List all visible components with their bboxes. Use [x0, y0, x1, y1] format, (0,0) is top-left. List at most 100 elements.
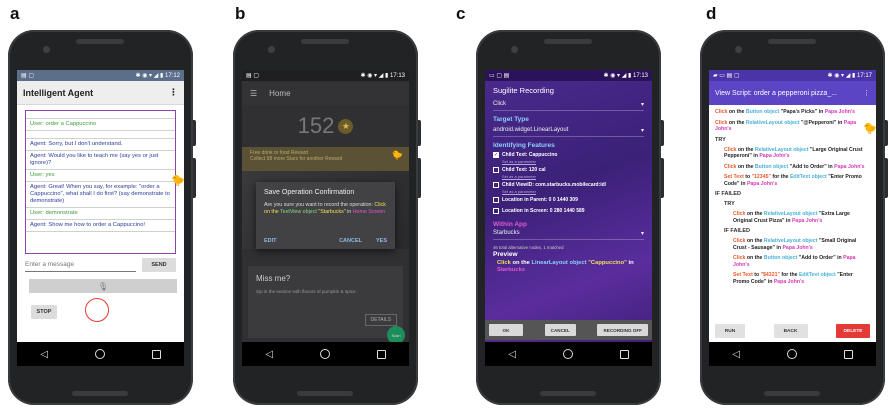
set-parameter-link[interactable]: Set as a parameter — [502, 159, 644, 164]
set-parameter-link[interactable]: Set as a parameter — [502, 174, 644, 179]
panel-label-d: d — [706, 4, 717, 23]
message-input[interactable] — [25, 258, 136, 272]
promo-card: Miss me? Sip in the season with flavors … — [248, 266, 403, 338]
bottom-speaker — [297, 391, 353, 396]
script-step[interactable]: Click on the RelativeLayout object "Smal… — [733, 238, 870, 251]
checkbox-icon[interactable] — [493, 197, 499, 203]
run-button[interactable]: RUN — [715, 324, 745, 338]
script-body[interactable]: Click on the Button object "Papa's Picks… — [709, 105, 876, 293]
script-step[interactable]: Click on the RelativeLayout object "Extr… — [733, 211, 870, 224]
feature-row[interactable]: Child Text: 120 cal — [493, 167, 644, 173]
record-button[interactable] — [85, 298, 109, 322]
status-clock: ✱ ◉ ▾ ◢ ▮ 17:13 — [603, 73, 648, 79]
duck-icon: 🐤 — [391, 150, 403, 160]
front-camera — [268, 46, 275, 53]
fallback-block: Click on the RelativeLayout object "Smal… — [724, 238, 870, 285]
back-icon[interactable]: ◁ — [40, 349, 48, 360]
send-button[interactable]: SEND — [142, 258, 176, 272]
front-camera — [735, 46, 742, 53]
screen-c: ▭ ▢ ▤ ✱ ◉ ▾ ◢ ▮ 17:13 Sugilite Recording… — [485, 70, 652, 366]
ok-button[interactable]: OK — [489, 324, 523, 336]
screen-b: ▤ ▢ ✱ ◉ ▾ ◢ ▮ 17:13 ☰ Home 152 ★ Free dr… — [242, 70, 409, 366]
hamburger-menu-icon[interactable]: ☰ — [250, 89, 257, 98]
chat-message: Agent: Sorry, but I don't understand. — [26, 139, 175, 151]
app-bar: View Script: order a pepperoni pizza_...… — [709, 81, 876, 105]
back-icon[interactable]: ◁ — [732, 349, 740, 360]
yes-button[interactable]: YES — [376, 238, 387, 244]
star-count: 152 — [297, 113, 335, 138]
checkbox-icon[interactable] — [493, 167, 499, 173]
figure: a ▤ ▢ ✱ ◉ ▾ ◢ ▮ 17:12 Intelligent Agent … — [0, 0, 889, 415]
checkbox-checked-icon[interactable]: ✓ — [493, 152, 499, 158]
script-step[interactable]: Click on the Button object "Add to Order… — [724, 164, 870, 171]
recents-icon[interactable] — [843, 349, 853, 359]
chat-message: Agent: Great! When you say, for example:… — [26, 182, 175, 208]
power-button — [885, 120, 888, 146]
script-title: View Script: order a pepperoni pizza_... — [715, 89, 838, 97]
feature-row[interactable]: Location in Screen: 0 280 1440 589 — [493, 208, 644, 214]
duck-icon: 🐤 — [863, 123, 876, 135]
status-clock: ✱ ◉ ▾ ◢ ▮ 17:13 — [360, 73, 405, 79]
script-step[interactable]: Click on the Button object "Add to Order… — [733, 255, 870, 268]
panel-label-c: c — [456, 4, 466, 23]
feature-row[interactable]: ✓ Child Text: Cappuccino — [493, 152, 644, 158]
home-icon[interactable] — [562, 349, 573, 359]
nav-bar: ◁ — [242, 342, 409, 366]
back-icon[interactable]: ◁ — [508, 349, 516, 360]
back-button[interactable]: BACK — [773, 324, 808, 338]
status-bar: ▤ ▢ ✱ ◉ ▾ ◢ ▮ 17:12 — [17, 70, 184, 81]
home-icon[interactable] — [94, 349, 105, 359]
edit-button[interactable]: EDIT — [264, 238, 277, 244]
card-body: Sip in the season with flavors of pumpki… — [256, 289, 357, 294]
cancel-button[interactable]: CANCEL — [339, 238, 362, 244]
dialog-title: Save Operation Confirmation — [264, 189, 355, 196]
set-parameter-link[interactable]: Set as a parameter — [502, 189, 644, 194]
script-step[interactable]: Set Text to "12345" for the EditText obj… — [724, 174, 870, 187]
overflow-menu-icon[interactable]: ⋮ — [169, 87, 178, 98]
try-block: Click on the RelativeLayout object "Extr… — [724, 211, 870, 224]
try-block: Click on the RelativeLayout object "Larg… — [715, 147, 870, 188]
reward-banner[interactable]: Free drink or food Reward Collect 98 mor… — [242, 147, 409, 171]
chat-message: Agent: Would you like to teach me (say y… — [26, 151, 175, 170]
feature-row[interactable]: Child ViewID: com.starbucks.mobilecard:i… — [493, 182, 644, 188]
checkbox-icon[interactable] — [493, 208, 499, 214]
script-step[interactable]: Set Text to "$4321" for the EditText obj… — [733, 272, 870, 285]
target-type-select[interactable]: android.widget.LinearLayout ▾ — [493, 125, 644, 137]
bottom-speaker — [72, 391, 128, 396]
notification-icons: ▤ ▢ — [21, 73, 35, 79]
details-button[interactable]: DETAILS — [364, 314, 397, 326]
target-type-label: Target Type — [493, 116, 529, 123]
chat-message: Agent: Show me how to order a Cappuccino… — [26, 220, 175, 232]
nav-bar: ◁ — [709, 342, 876, 366]
app-bar: Intelligent Agent ⋮ — [17, 81, 184, 105]
feature-row[interactable]: Location in Parent: 0 0 1440 309 — [493, 197, 644, 203]
recents-icon[interactable] — [151, 349, 161, 359]
chat-log[interactable]: User: order a Cappuccino Agent: Sorry, b… — [25, 110, 176, 254]
overflow-menu-icon[interactable]: ⋮ — [863, 89, 870, 97]
microphone-button[interactable]: 🎙 — [29, 279, 177, 293]
earpiece — [301, 39, 349, 44]
home-icon[interactable] — [319, 349, 330, 359]
within-app-select[interactable]: Starbucks ▾ — [493, 228, 644, 240]
volume-button — [418, 158, 421, 198]
delete-button[interactable]: DELETE — [836, 324, 870, 338]
recording-title: Sugilite Recording — [493, 86, 554, 95]
recents-icon[interactable] — [376, 349, 386, 359]
recents-icon[interactable] — [619, 349, 629, 359]
earpiece — [768, 39, 816, 44]
nav-bar: ◁ — [17, 342, 184, 366]
script-step[interactable]: Click on the RelativeLayout object "@Pep… — [715, 120, 870, 133]
back-icon[interactable]: ◁ — [265, 349, 273, 360]
script-step[interactable]: Click on the RelativeLayout object "Larg… — [724, 147, 870, 160]
checkbox-icon[interactable] — [493, 182, 499, 188]
status-bar: ▰ ▭ ▤ ▢ ✱ ◉ ▾ ◢ ▮ 17:17 — [709, 70, 876, 81]
script-step[interactable]: Click on the Button object "Papa's Picks… — [715, 109, 870, 116]
action-select[interactable]: Click ▾ — [493, 99, 644, 111]
recording-off-button[interactable]: RECORDING OFF — [597, 324, 648, 336]
preview-label: Preview — [493, 251, 518, 258]
nav-bar: ◁ — [485, 342, 652, 366]
home-icon[interactable] — [786, 349, 797, 359]
try-keyword: TRY — [724, 201, 735, 207]
cancel-button[interactable]: CANCEL — [544, 324, 576, 336]
stop-button[interactable]: STOP — [31, 305, 57, 319]
